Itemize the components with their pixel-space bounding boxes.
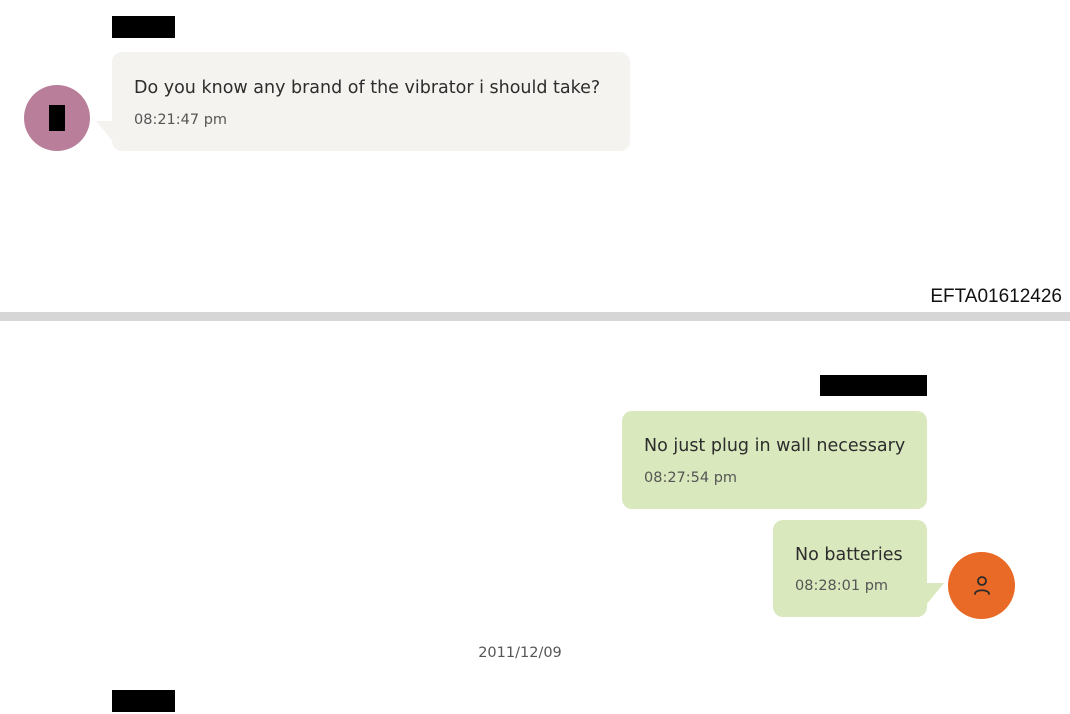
- page-divider: [0, 312, 1070, 321]
- message-timestamp: 08:27:54 pm: [644, 470, 738, 486]
- redacted-sender-name: [112, 690, 175, 712]
- person-icon: [973, 575, 990, 595]
- redacted-sender-name: [112, 16, 175, 38]
- message-text: No batteries: [795, 545, 903, 565]
- incoming-avatar: [24, 85, 90, 151]
- message-text: Do you know any brand of the vibrator i …: [134, 78, 601, 98]
- redacted-sender-name: [820, 375, 927, 396]
- message-text: No just plug in wall necessary: [644, 436, 906, 456]
- outgoing-message-bubble: No batteries 08:28:01 pm: [773, 520, 927, 617]
- document-id: EFTA01612426: [930, 286, 1062, 307]
- message-timestamp: 08:28:01 pm: [795, 578, 889, 594]
- message-timestamp: 08:21:47 pm: [134, 112, 228, 128]
- outgoing-message-bubble: No just plug in wall necessary 08:27:54 …: [622, 411, 927, 509]
- date-separator: 2011/12/09: [478, 645, 562, 661]
- outgoing-avatar: [948, 552, 1015, 619]
- incoming-message-bubble: Do you know any brand of the vibrator i …: [112, 52, 630, 151]
- outgoing-bubble-tail: [926, 583, 944, 605]
- redacted-avatar-icon: [49, 105, 65, 131]
